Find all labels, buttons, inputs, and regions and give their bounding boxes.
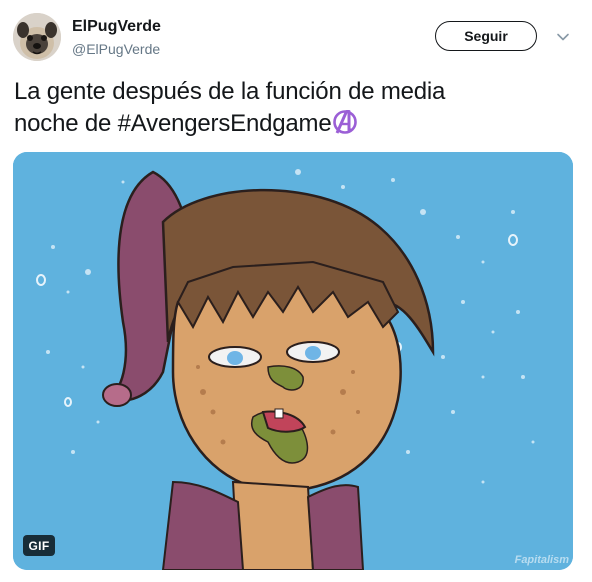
author-handle[interactable]: @ElPugVerde [72,40,160,58]
avengers-logo-emoji-icon [333,110,358,134]
pug-avatar-icon [13,13,61,61]
follow-button[interactable]: Seguir [435,21,537,51]
gif-badge: GIF [23,535,55,556]
tweet-text: La gente después de la función de media … [14,76,574,140]
author-display-name[interactable]: ElPugVerde [72,17,161,37]
tweet-text-line-1: La gente después de la función de media [14,78,446,105]
tweet-media-gif[interactable]: GIF Fapitalism [13,152,573,570]
chevron-down-icon [557,33,569,41]
tweet-text-line-2: noche de #AvengersEndgame [14,108,574,140]
gif-frame-illustration [13,152,573,570]
follow-button-label: Seguir [464,28,508,44]
hashtag-link[interactable]: #AvengersEndgame [118,110,332,137]
media-watermark: Fapitalism [514,554,569,566]
tweet-menu-button[interactable] [556,30,570,44]
tweet-text-prefix: noche de [14,110,118,137]
author-avatar[interactable] [13,13,61,61]
tweet-card: ElPugVerde @ElPugVerde Seguir La gente d… [0,0,592,582]
